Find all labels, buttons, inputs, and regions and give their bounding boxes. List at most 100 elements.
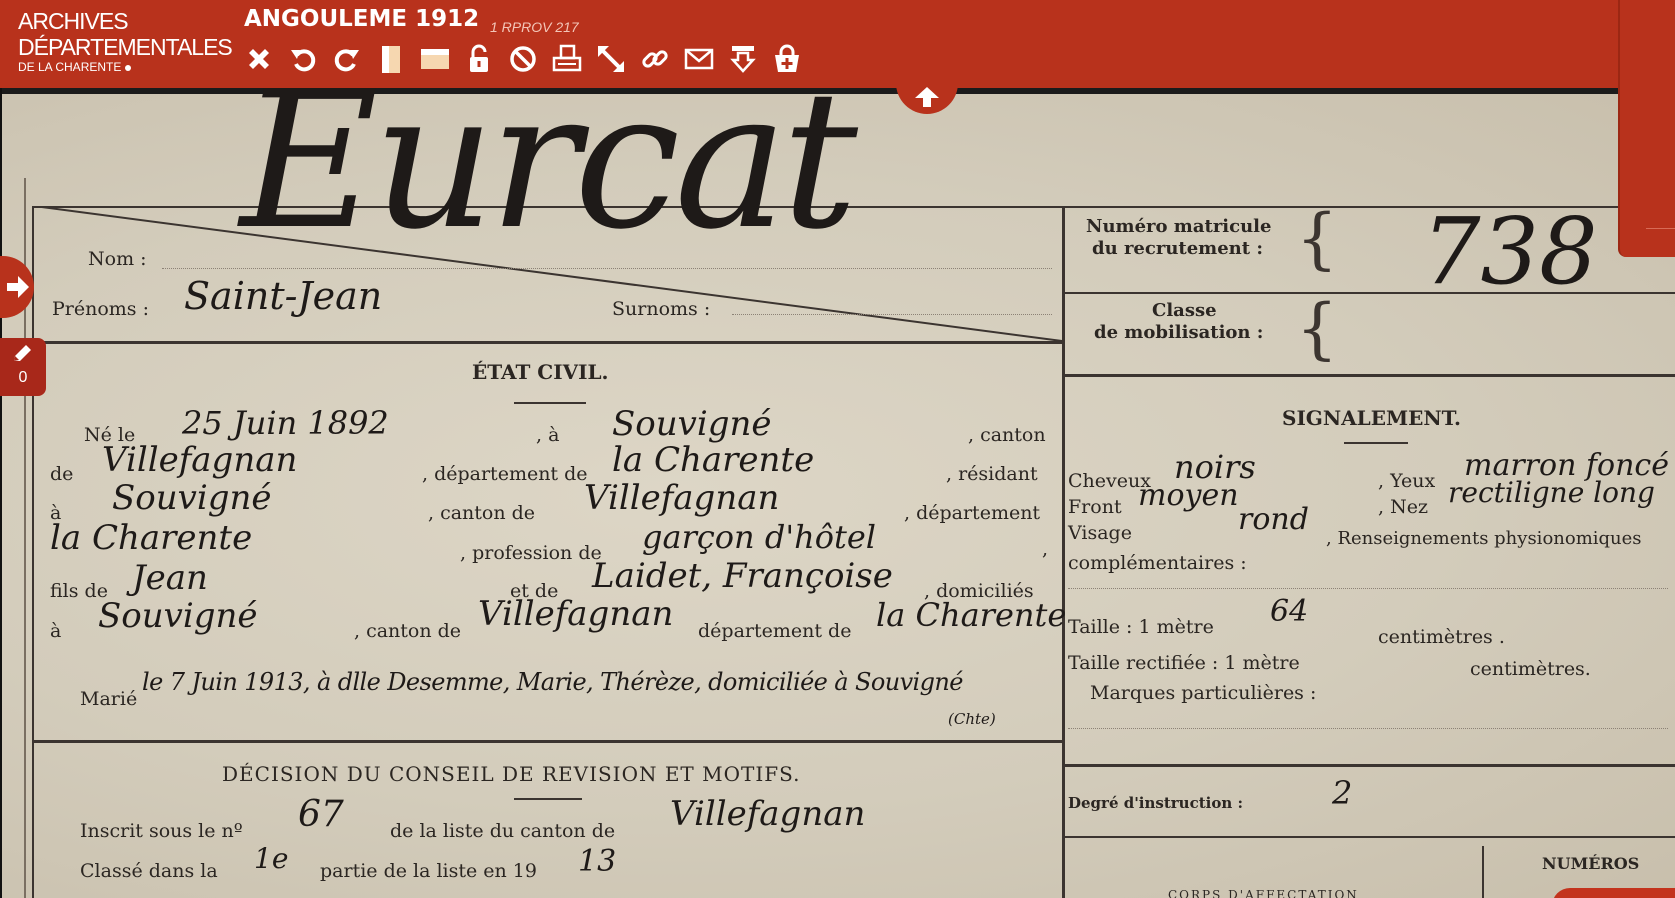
link-icon bbox=[641, 50, 668, 68]
taille-label: Taille : 1 mètre bbox=[1068, 616, 1214, 638]
classe-dans-label: Classé dans la bbox=[80, 860, 218, 882]
download-icon bbox=[729, 46, 756, 73]
link-button[interactable] bbox=[638, 43, 671, 76]
inscrit-label: Inscrit sous le nº bbox=[80, 820, 243, 842]
mail-button[interactable] bbox=[682, 43, 715, 76]
profession-de-label: , profession de bbox=[460, 542, 602, 564]
residence-value: Souvigné bbox=[112, 478, 272, 518]
domicile-value: Souvigné bbox=[98, 596, 258, 636]
numeros-label: NUMÉROS bbox=[1542, 854, 1640, 873]
rotate-left-button[interactable] bbox=[286, 43, 319, 76]
dept-naiss-value: la Charente bbox=[612, 440, 815, 480]
numeros-divider bbox=[1482, 846, 1484, 898]
single-page-button[interactable] bbox=[374, 43, 407, 76]
front-value: moyen bbox=[1138, 478, 1239, 513]
mariage-note-value: (Chte) bbox=[948, 710, 996, 728]
classe-bottom-line bbox=[1065, 374, 1675, 377]
top-bar: ARCHIVES DÉPARTEMENTALES DE LA CHARENTE … bbox=[0, 0, 1675, 88]
close-icon bbox=[248, 49, 269, 69]
pencil-icon bbox=[14, 345, 31, 361]
annotations-button[interactable]: 0 bbox=[0, 338, 46, 396]
single-page-icon bbox=[381, 46, 400, 73]
annotations-count: 0 bbox=[18, 369, 28, 386]
surnoms-label: Surnoms : bbox=[612, 298, 711, 320]
degre-value: 2 bbox=[1332, 774, 1353, 812]
arrow-right-icon bbox=[7, 276, 29, 298]
centimetres2-label: centimètres. bbox=[1470, 658, 1591, 680]
bottom-right-tab[interactable] bbox=[1552, 888, 1675, 898]
inscrit-no-value: 67 bbox=[298, 794, 344, 835]
logo-line2: DÉPARTEMENTALES bbox=[18, 34, 233, 60]
download-button[interactable] bbox=[726, 43, 759, 76]
degre-label: Degré d'instruction : bbox=[1068, 794, 1244, 812]
archives-logo[interactable]: ARCHIVES DÉPARTEMENTALES DE LA CHARENTE bbox=[18, 8, 233, 74]
canton-res-value: Villefagnan bbox=[584, 478, 780, 518]
signalement-underline bbox=[1344, 442, 1408, 444]
annee-value: 13 bbox=[578, 844, 617, 879]
partie-liste-label: partie de la liste en 19 bbox=[320, 860, 537, 882]
logo-line3: DE LA CHARENTE bbox=[18, 60, 232, 74]
classe-label-1: Classe bbox=[1152, 300, 1217, 321]
marie-label: Marié bbox=[80, 688, 138, 710]
degre-bottom-line bbox=[1065, 836, 1675, 838]
mail-icon bbox=[684, 48, 713, 70]
etat-civil-bottom-line bbox=[34, 740, 1062, 743]
dept-res-value: la Charente bbox=[50, 518, 253, 558]
corps-label: CORPS D'AFFECTATION bbox=[1168, 888, 1359, 898]
comma-label: , bbox=[1042, 538, 1049, 560]
profession-value: garçon d'hôtel bbox=[642, 518, 877, 556]
prohibited-button[interactable] bbox=[506, 43, 539, 76]
prenoms-label: Prénoms : bbox=[52, 298, 149, 320]
mere-value: Laidet, Françoise bbox=[592, 556, 893, 596]
logo-line1: ARCHIVES bbox=[18, 8, 129, 34]
viewer-toolbar bbox=[242, 42, 803, 76]
departement-de2-label: département de bbox=[698, 620, 852, 642]
nez-value: rectiligne long bbox=[1448, 476, 1655, 509]
unlock-button[interactable] bbox=[462, 43, 495, 76]
document-title: ANGOULEME 1912 bbox=[244, 6, 480, 32]
canton-label: , canton bbox=[968, 424, 1046, 446]
canton-de2-label: , canton de bbox=[354, 620, 462, 642]
print-button[interactable] bbox=[550, 43, 583, 76]
nom-label: Nom : bbox=[88, 248, 147, 270]
ne-date-value: 25 Juin 1892 bbox=[182, 404, 389, 442]
right-panel-tab[interactable] bbox=[1618, 0, 1675, 257]
mariage-value: le 7 Juin 1913, à dlle Desemme, Marie, T… bbox=[142, 668, 963, 696]
taille-cm-value: 64 bbox=[1270, 594, 1309, 629]
matricule-value: 738 bbox=[1422, 198, 1598, 305]
pere-value: Jean bbox=[132, 558, 208, 598]
a-label: , à bbox=[536, 424, 560, 446]
front-label: Front bbox=[1068, 496, 1122, 518]
nez-label: , Nez bbox=[1378, 496, 1428, 518]
signalement-heading: SIGNALEMENT. bbox=[1282, 406, 1461, 430]
a3-label: à bbox=[50, 620, 62, 642]
de-label: de bbox=[50, 463, 74, 485]
canton-dom-value: Villefagnan bbox=[478, 594, 674, 634]
register-page: Eurcat Nom : Prénoms : Saint-Jean Surnom… bbox=[2, 88, 1675, 898]
full-width-icon bbox=[420, 49, 449, 69]
decision-heading: DÉCISION DU CONSEIL DE REVISION ET MOTIF… bbox=[222, 762, 801, 786]
resize-button[interactable] bbox=[594, 43, 627, 76]
matricule-label-2: du recrutement : bbox=[1092, 238, 1263, 259]
departement-de-label: , département de bbox=[422, 463, 588, 485]
etat-civil-underline bbox=[514, 402, 586, 404]
classe-label-2: de mobilisation : bbox=[1094, 322, 1264, 343]
close-button[interactable] bbox=[242, 43, 275, 76]
partie-value: 1e bbox=[254, 842, 289, 875]
document-viewer[interactable]: Eurcat Nom : Prénoms : Saint-Jean Surnom… bbox=[0, 88, 1675, 898]
prenoms-value: Saint-Jean bbox=[184, 274, 383, 318]
signalement-bottom-line bbox=[1065, 764, 1675, 767]
full-width-button[interactable] bbox=[418, 43, 451, 76]
add-to-basket-button[interactable] bbox=[770, 43, 803, 76]
surname-value: Eurcat bbox=[240, 88, 858, 271]
visage-label: Visage bbox=[1068, 522, 1132, 544]
unlock-icon bbox=[469, 44, 488, 72]
taille-rect-label: Taille rectifiée : 1 mètre bbox=[1068, 652, 1300, 674]
canton-liste-value: Villefagnan bbox=[670, 794, 866, 834]
marques-label: Marques particulières : bbox=[1090, 682, 1317, 704]
add-to-basket-icon bbox=[774, 44, 799, 72]
prohibited-icon bbox=[509, 46, 536, 72]
rotate-left-icon bbox=[290, 49, 315, 72]
etat-civil-heading: ÉTAT CIVIL. bbox=[472, 360, 609, 384]
rotate-right-button[interactable] bbox=[330, 43, 363, 76]
